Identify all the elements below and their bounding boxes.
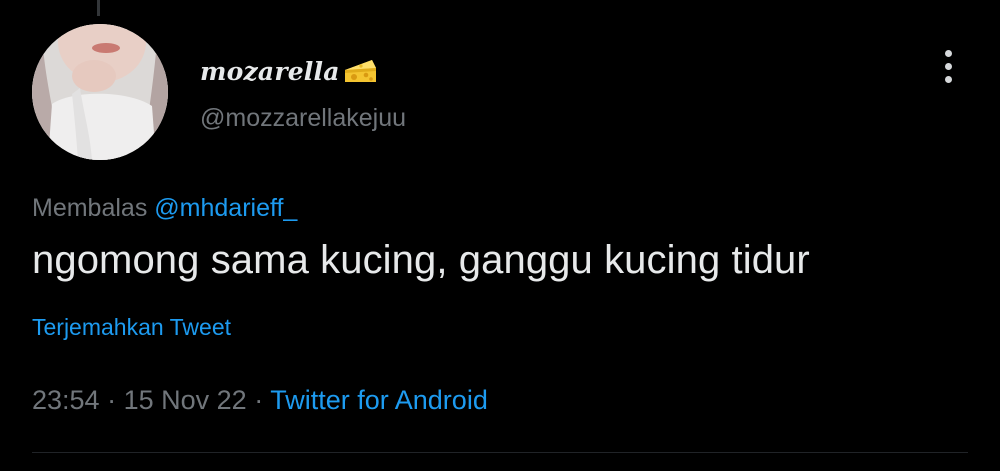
translate-tweet-link[interactable]: Terjemahkan Tweet <box>32 314 231 341</box>
more-dot-icon <box>944 75 952 83</box>
tweet-text: ngomong sama kucing, ganggu kucing tidur <box>32 238 810 282</box>
cheese-icon <box>342 56 378 86</box>
display-name[interactable]: mozarella <box>200 54 378 88</box>
more-dot-icon <box>944 62 952 70</box>
reply-mention-link[interactable]: @mhdarieff_ <box>154 194 297 222</box>
tweet-metadata: 23:54 · 15 Nov 22 · Twitter for Android <box>32 385 488 416</box>
divider <box>32 452 968 453</box>
avatar-photo <box>32 24 168 160</box>
more-dot-icon <box>944 49 952 57</box>
meta-separator: · <box>107 385 117 415</box>
meta-separator: · <box>254 385 264 415</box>
tweet-source-link[interactable]: Twitter for Android <box>270 385 488 415</box>
tweet-date[interactable]: 15 Nov 22 <box>124 385 247 415</box>
more-options-button[interactable] <box>928 44 968 88</box>
reply-context: Membalas @mhdarieff_ <box>32 194 297 223</box>
thread-connector-line <box>97 0 100 16</box>
username-handle[interactable]: @mozzarellakejuu <box>200 104 406 133</box>
display-name-text[interactable]: mozarella <box>200 57 340 86</box>
tweet-time[interactable]: 23:54 <box>32 385 100 415</box>
reply-prefix: Membalas <box>32 194 148 222</box>
avatar[interactable] <box>32 24 168 160</box>
